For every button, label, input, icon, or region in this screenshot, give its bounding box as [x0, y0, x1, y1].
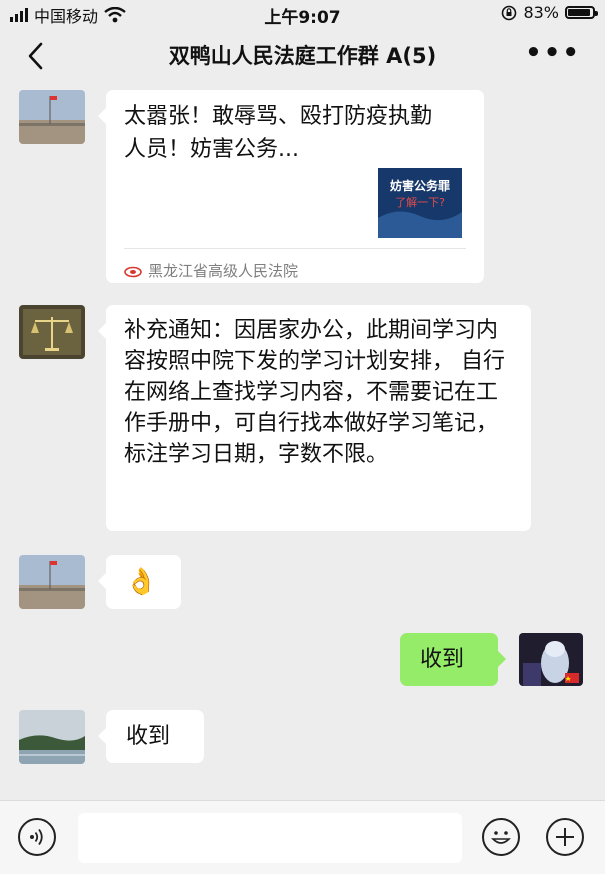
self-avatar[interactable] [519, 633, 583, 686]
thumb-caption: 妨害公务罪 [389, 178, 450, 193]
orientation-lock-icon [502, 5, 517, 20]
more-button[interactable]: ••• [525, 38, 581, 68]
emoji-button[interactable] [482, 818, 520, 856]
avatar[interactable] [19, 305, 85, 359]
card-divider [124, 248, 466, 249]
link-card-source: 黑龙江省高级人民法院 [124, 256, 298, 287]
link-card-title: 太嚣张！敢辱骂、殴打防疫执勤人员！妨害公务... [124, 104, 433, 162]
text-message[interactable]: 补充通知：因居家办公，此期间学习内容按照中院下发的学习计划安排， 自行在网络上查… [98, 305, 531, 531]
more-dots-icon: ••• [525, 38, 581, 68]
input-bar [0, 800, 605, 874]
battery-fill [568, 9, 590, 16]
emoji-icon [491, 831, 511, 844]
thumb-subcaption: 了解一下? [395, 195, 445, 209]
back-button[interactable] [22, 38, 50, 74]
message-text: 补充通知：因居家办公，此期间学习内容按照中院下发的学习计划安排， 自行在网络上查… [124, 318, 505, 467]
lake-landscape-avatar-icon [19, 710, 85, 764]
voice-button[interactable] [18, 818, 56, 856]
status-bar: 中国移动 上午9:07 83% [0, 0, 605, 28]
flag-square-avatar-icon [19, 555, 85, 609]
self-text-message[interactable]: 收到 [400, 633, 506, 686]
flag-square-avatar-icon [19, 90, 85, 144]
avatar[interactable] [19, 90, 85, 144]
plus-button[interactable] [546, 818, 584, 856]
scales-of-justice-avatar-icon [19, 305, 85, 359]
ok-hand-emoji: 👌 [125, 567, 158, 597]
text-message[interactable]: 收到 [98, 710, 204, 763]
voice-icon [30, 828, 43, 846]
status-right: 83% [501, 3, 598, 22]
night-sculpture-avatar-icon [519, 633, 583, 686]
battery-icon [565, 6, 598, 19]
battery-percent: 83% [523, 3, 559, 22]
avatar[interactable] [19, 710, 85, 764]
chevron-left-icon [28, 42, 43, 70]
link-card-source-label: 黑龙江省高级人民法院 [148, 262, 299, 280]
emoji-message[interactable]: 👌 [98, 555, 181, 609]
message-text: 收到 [126, 724, 171, 749]
chat-title: 双鸭山人民法庭工作群 A(5) [168, 44, 437, 68]
plus-icon [556, 828, 574, 846]
link-card-thumbnail: 妨害公务罪 了解一下? [378, 168, 462, 238]
avatar[interactable] [19, 555, 85, 609]
message-text: 收到 [420, 647, 465, 672]
court-emblem-icon [124, 266, 142, 277]
message-input[interactable] [78, 813, 462, 863]
chat-header: 双鸭山人民法庭工作群 A(5) ••• [0, 26, 605, 86]
link-card-message[interactable]: 太嚣张！敢辱骂、殴打防疫执勤人员！妨害公务... 妨害公务罪 了解一下? 黑龙江… [98, 90, 484, 283]
